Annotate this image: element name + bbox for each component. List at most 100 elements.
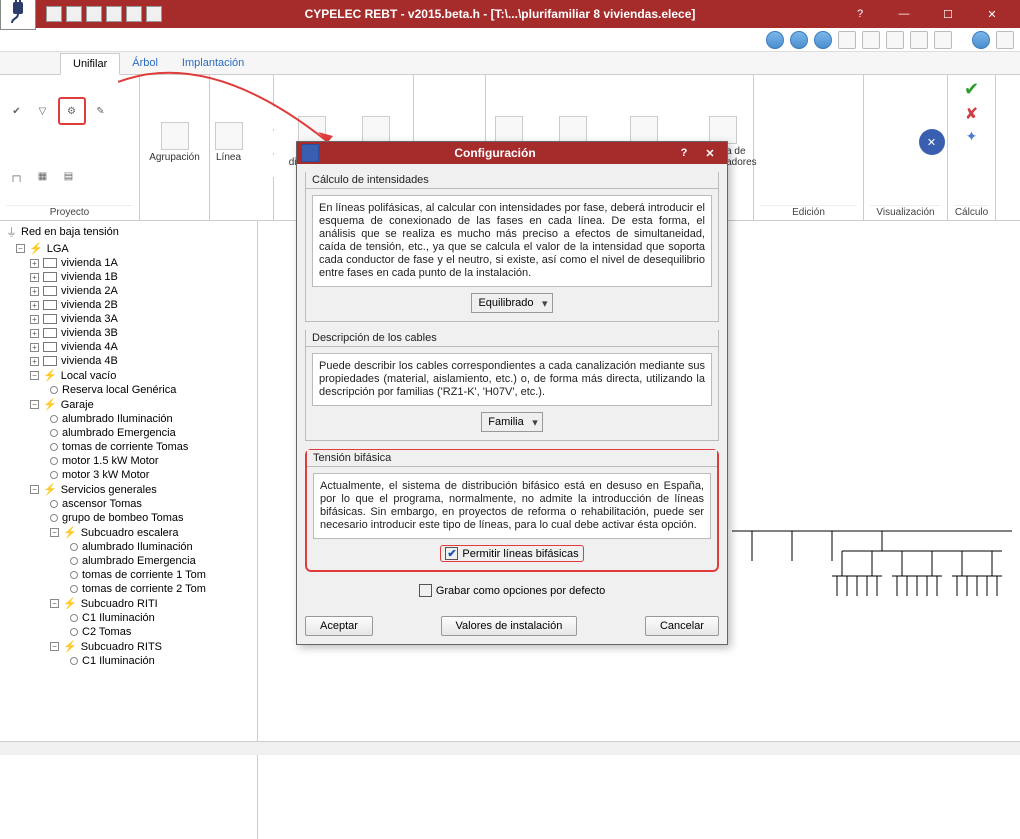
minimize-button[interactable]: — <box>882 0 926 28</box>
carga-dist-icon[interactable] <box>298 116 326 144</box>
tree-item[interactable]: grupo de bombeo Tomas <box>2 511 255 525</box>
device2-icon[interactable] <box>443 79 465 101</box>
device1-icon[interactable] <box>417 79 439 101</box>
globe-check-icon[interactable] <box>790 31 808 49</box>
filter-icon[interactable]: ▽ <box>32 100 54 122</box>
tree-item[interactable]: alumbrado Iluminación <box>2 412 255 426</box>
ed8-icon[interactable] <box>837 164 859 186</box>
tree-reserva[interactable]: Reserva local Genérica <box>62 384 176 396</box>
tree-garaje[interactable]: Garaje <box>61 399 94 411</box>
tree-sub-rits[interactable]: Subcuadro RITS <box>81 641 162 653</box>
tree-item[interactable]: +vivienda 4B <box>2 354 255 368</box>
tab-unifilar[interactable]: Unifilar <box>60 53 120 75</box>
ed3-icon[interactable] <box>811 99 833 121</box>
wand-icon[interactable]: ✦ <box>966 128 978 145</box>
ed1-icon[interactable] <box>759 99 781 121</box>
pencil-icon[interactable] <box>838 31 856 49</box>
app-icon <box>0 0 36 30</box>
transf-icon[interactable] <box>630 116 658 144</box>
tree-item[interactable]: motor 3 kW Motor <box>2 468 255 482</box>
help-globe-icon[interactable] <box>972 31 990 49</box>
dialog-help-button[interactable]: ? <box>671 143 697 163</box>
ed4-icon[interactable] <box>837 99 859 121</box>
accept-button[interactable]: Aceptar <box>305 616 373 636</box>
values-button[interactable]: Valores de instalación <box>441 616 578 636</box>
calc-check-icon[interactable]: ✔ <box>964 79 979 100</box>
dialog-close-button[interactable]: ✕ <box>697 143 723 163</box>
tree-item[interactable]: +vivienda 2A <box>2 284 255 298</box>
tree-item[interactable]: alumbrado Iluminación <box>2 540 255 554</box>
ed6-icon[interactable] <box>785 164 807 186</box>
tree-servicios[interactable]: Servicios generales <box>61 484 157 496</box>
help-button[interactable]: ? <box>838 0 882 28</box>
cuadro-icon[interactable] <box>495 116 523 144</box>
tree-item[interactable]: alumbrado Emergencia <box>2 554 255 568</box>
tree-item[interactable]: +vivienda 1B <box>2 270 255 284</box>
close-button[interactable]: ✕ <box>970 0 1014 28</box>
device4-icon[interactable] <box>443 105 465 127</box>
bateria-icon[interactable] <box>709 116 737 144</box>
tree-sub-esc[interactable]: Subcuadro escalera <box>81 527 179 539</box>
checkbox-bifasica[interactable]: ✔Permitir líneas bifásicas <box>440 545 583 562</box>
vis-close-icon[interactable]: ✕ <box>919 129 945 155</box>
tab-arbol[interactable]: Árbol <box>120 53 170 75</box>
qa-close-icon[interactable] <box>146 6 162 22</box>
pan-icon[interactable] <box>910 31 928 49</box>
schema-icon[interactable]: ┌┐ <box>6 165 28 187</box>
checkbox-save-default[interactable]: Grabar como opciones por defecto <box>419 584 605 597</box>
globe-search-icon[interactable] <box>814 31 832 49</box>
settings-gear-icon[interactable]: ⚙ <box>61 100 83 122</box>
tree-item[interactable]: tomas de corriente 2 Tom <box>2 582 255 596</box>
ed2-icon[interactable] <box>785 99 807 121</box>
window-title: CYPELEC REBT - v2015.beta.h - [T:\...\pl… <box>162 7 838 21</box>
tree-item[interactable]: C1 Iluminación <box>2 611 255 625</box>
panel-icon[interactable]: ▦ <box>32 165 54 187</box>
tree-item[interactable]: tomas de corriente Tomas <box>2 440 255 454</box>
dialog-titlebar[interactable]: Configuración ? ✕ <box>297 142 727 164</box>
tree-sub-riti[interactable]: Subcuadro RITI <box>81 598 158 610</box>
ed7-icon[interactable] <box>811 164 833 186</box>
about-icon[interactable] <box>996 31 1014 49</box>
tree-local[interactable]: Local vacío <box>61 370 117 382</box>
tree-item[interactable]: +vivienda 1A <box>2 256 255 270</box>
check-icon[interactable]: ✔ <box>6 100 28 122</box>
carga-conc-icon[interactable] <box>362 116 390 144</box>
tree-item[interactable]: motor 1.5 kW Motor <box>2 454 255 468</box>
edit-pencil-icon[interactable]: ✎ <box>90 100 112 122</box>
tree-lga[interactable]: LGA <box>47 243 69 255</box>
zoom-out-icon[interactable] <box>862 31 880 49</box>
vis2-icon[interactable] <box>893 131 915 153</box>
device3-icon[interactable] <box>417 105 439 127</box>
tree-item[interactable]: alumbrado Emergencia <box>2 426 255 440</box>
qa-save-icon[interactable] <box>46 6 62 22</box>
tree-item[interactable]: +vivienda 3A <box>2 312 255 326</box>
doc-icon[interactable]: ▤ <box>58 165 80 187</box>
horizontal-scrollbar[interactable] <box>0 741 1020 755</box>
zoom-in-icon[interactable] <box>886 31 904 49</box>
tree-item[interactable]: C1 Iluminación <box>2 654 255 668</box>
qa-redo-icon[interactable] <box>86 6 102 22</box>
display-icon[interactable] <box>934 31 952 49</box>
tab-implantacion[interactable]: Implantación <box>170 53 256 75</box>
tree-root[interactable]: Red en baja tensión <box>21 226 119 238</box>
globe-icon[interactable] <box>766 31 784 49</box>
combo-equilibrado[interactable]: Equilibrado <box>471 293 552 313</box>
qa-undo-icon[interactable] <box>66 6 82 22</box>
ed5-icon[interactable] <box>759 164 781 186</box>
tree-item[interactable]: C2 Tomas <box>2 625 255 639</box>
qa-export-icon[interactable] <box>126 6 142 22</box>
maximize-button[interactable]: ☐ <box>926 0 970 28</box>
tree-item[interactable]: +vivienda 4A <box>2 340 255 354</box>
qa-print-icon[interactable] <box>106 6 122 22</box>
agrupacion-icon[interactable] <box>161 122 189 150</box>
cancel-button[interactable]: Cancelar <box>645 616 719 636</box>
linea-icon[interactable] <box>215 122 243 150</box>
tree-item[interactable]: ascensor Tomas <box>2 497 255 511</box>
tree-item[interactable]: +vivienda 2B <box>2 298 255 312</box>
grupo-icon[interactable] <box>559 116 587 144</box>
tree-item[interactable]: tomas de corriente 1 Tom <box>2 568 255 582</box>
combo-familia[interactable]: Familia <box>481 412 542 432</box>
tree-item[interactable]: +vivienda 3B <box>2 326 255 340</box>
vis1-icon[interactable] <box>867 131 889 153</box>
calc-x-icon[interactable]: ✘ <box>965 104 978 124</box>
